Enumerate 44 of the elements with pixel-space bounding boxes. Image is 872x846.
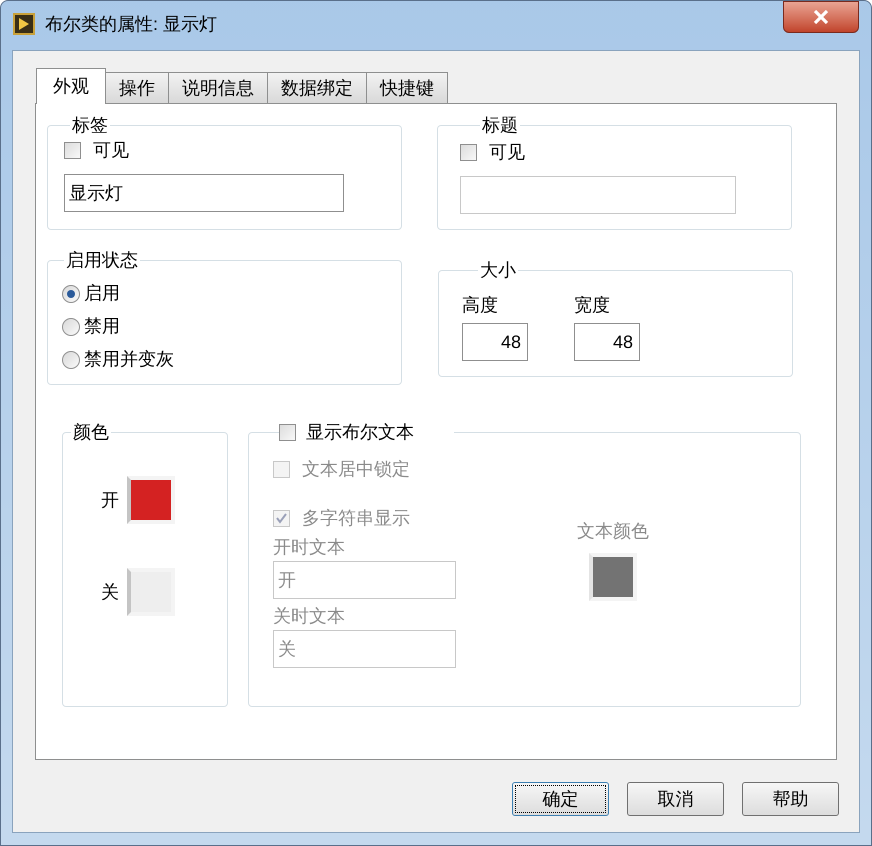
checkbox-label: 显示布尔文本: [306, 421, 414, 444]
radio-label: 启用: [84, 282, 120, 305]
color-swatch[interactable]: [127, 476, 175, 524]
radio-button[interactable]: [62, 350, 80, 368]
group-title: 颜色: [72, 421, 110, 444]
group-title: 启用状态: [65, 249, 139, 272]
tab[interactable]: 快捷键: [367, 72, 448, 103]
field-label: 宽度: [574, 294, 611, 317]
field-label: 高度: [462, 294, 499, 317]
checkbox-label: 文本居中锁定: [302, 458, 410, 481]
radio-button[interactable]: [62, 318, 80, 336]
close-button[interactable]: [783, 1, 859, 33]
dialog-button[interactable]: 帮助: [742, 782, 839, 816]
group-title: 标题: [481, 114, 519, 137]
checkbox-label: 可见: [489, 141, 525, 164]
tab[interactable]: 数据绑定: [268, 72, 367, 103]
checkbox-label: 多字符串显示: [302, 507, 410, 530]
group-title: 标签: [71, 114, 109, 137]
color-label: 开: [101, 488, 119, 512]
window-title: 布尔类的属性: 显示灯: [45, 13, 218, 36]
color-swatch[interactable]: [127, 568, 175, 616]
checkbox[interactable]: [64, 142, 81, 159]
radio-label: 禁用: [84, 315, 120, 338]
dialog-button[interactable]: 取消: [627, 782, 724, 816]
app-icon: [13, 13, 35, 35]
checkbox[interactable]: [460, 144, 477, 161]
dialog-button[interactable]: 确定: [512, 782, 609, 816]
tab[interactable]: 说明信息: [169, 72, 268, 103]
tab[interactable]: 外观: [36, 68, 106, 104]
input-field[interactable]: 48: [574, 323, 640, 361]
group-title: 大小: [479, 259, 517, 282]
checkbox[interactable]: [279, 424, 296, 441]
close-icon: [813, 10, 829, 24]
input-field[interactable]: [460, 176, 736, 214]
radio-label: 禁用并变灰: [84, 348, 174, 371]
color-label: 关: [101, 580, 119, 604]
radio-button[interactable]: [62, 284, 80, 302]
checkbox-label: 可见: [93, 139, 129, 162]
input-field[interactable]: 48: [462, 323, 528, 361]
input-field[interactable]: 显示灯: [64, 174, 344, 212]
tab[interactable]: 操作: [106, 72, 169, 103]
color-label: 文本颜色: [577, 520, 649, 543]
field-label: 开时文本: [273, 536, 346, 559]
field-label: 关时文本: [273, 605, 346, 628]
